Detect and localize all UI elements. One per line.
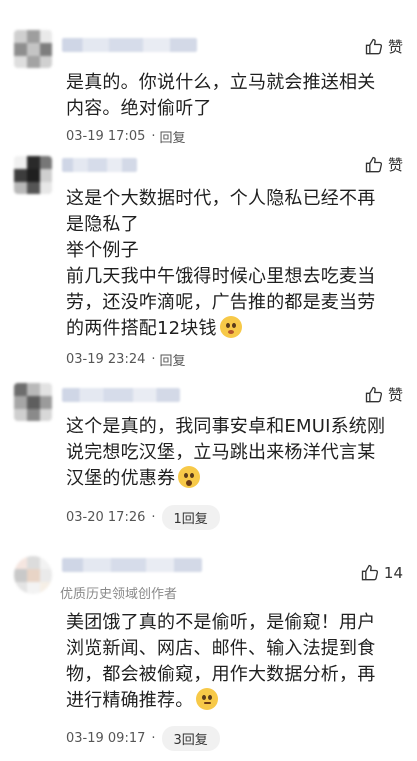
like-label: 赞 [387, 38, 403, 56]
comment-time: 03-20 17:26 [66, 510, 146, 525]
comment-time: 03-19 23:24 [66, 352, 146, 367]
thumbs-up-icon [365, 156, 383, 172]
username-blurred[interactable] [62, 558, 202, 572]
comment-text: 美团饿了真的不是偷听，是偷窥！用户浏览新闻、网店、邮件、输入法提到食物，都会被偷… [66, 612, 376, 711]
like-button[interactable]: 14 [360, 563, 403, 583]
comment-meta: 03-20 17:26 · 1回复 [66, 505, 220, 530]
username-blurred[interactable] [62, 388, 180, 402]
like-button[interactable]: 赞 [364, 384, 403, 405]
comment-time: 03-19 17:05 [66, 129, 146, 144]
comment-meta: 03-19 17:05 · 回复 [66, 127, 186, 146]
comment-text: 这个是真的，我同事安卓和EMUI系统刚说完想吃汉堡，立马跳出来杨洋代言某汉堡的优… [66, 416, 386, 489]
comment-time: 03-19 09:17 [66, 731, 146, 746]
comment-text: 这是个大数据时代，个人隐私已经不再是隐私了 举个例子 前几天我中午饿得时候心里想… [66, 188, 376, 339]
thinking-emoji [196, 688, 219, 710]
like-button[interactable]: 赞 [364, 36, 403, 57]
thumbs-up-icon [361, 564, 378, 581]
like-button[interactable]: 赞 [364, 154, 403, 175]
avatar[interactable] [14, 556, 52, 594]
like-count: 14 [383, 564, 403, 582]
username-blurred[interactable] [62, 38, 197, 52]
replies-button[interactable]: 3回复 [161, 726, 220, 751]
like-label: 赞 [387, 156, 403, 174]
replies-button[interactable]: 1回复 [161, 505, 220, 530]
comment-meta: 03-19 09:17 · 3回复 [66, 726, 220, 751]
thumbs-up-icon [365, 38, 383, 54]
comment-text: 是真的。你说什么，立马就会推送相关内容。绝对偷听了 [66, 72, 376, 119]
thumbs-up-icon [365, 386, 383, 402]
username-blurred[interactable] [62, 158, 137, 172]
creator-tag: 优质历史领域创作者 [60, 587, 178, 602]
smirk-emoji [219, 316, 242, 338]
avatar[interactable] [14, 156, 52, 194]
avatar[interactable] [14, 30, 52, 68]
like-label: 赞 [387, 386, 403, 404]
comment-meta: 03-19 23:24 · 回复 [66, 350, 186, 369]
reply-button[interactable]: 回复 [160, 350, 186, 369]
reply-button[interactable]: 回复 [160, 127, 186, 146]
surprised-emoji [178, 466, 201, 488]
avatar[interactable] [14, 383, 52, 421]
